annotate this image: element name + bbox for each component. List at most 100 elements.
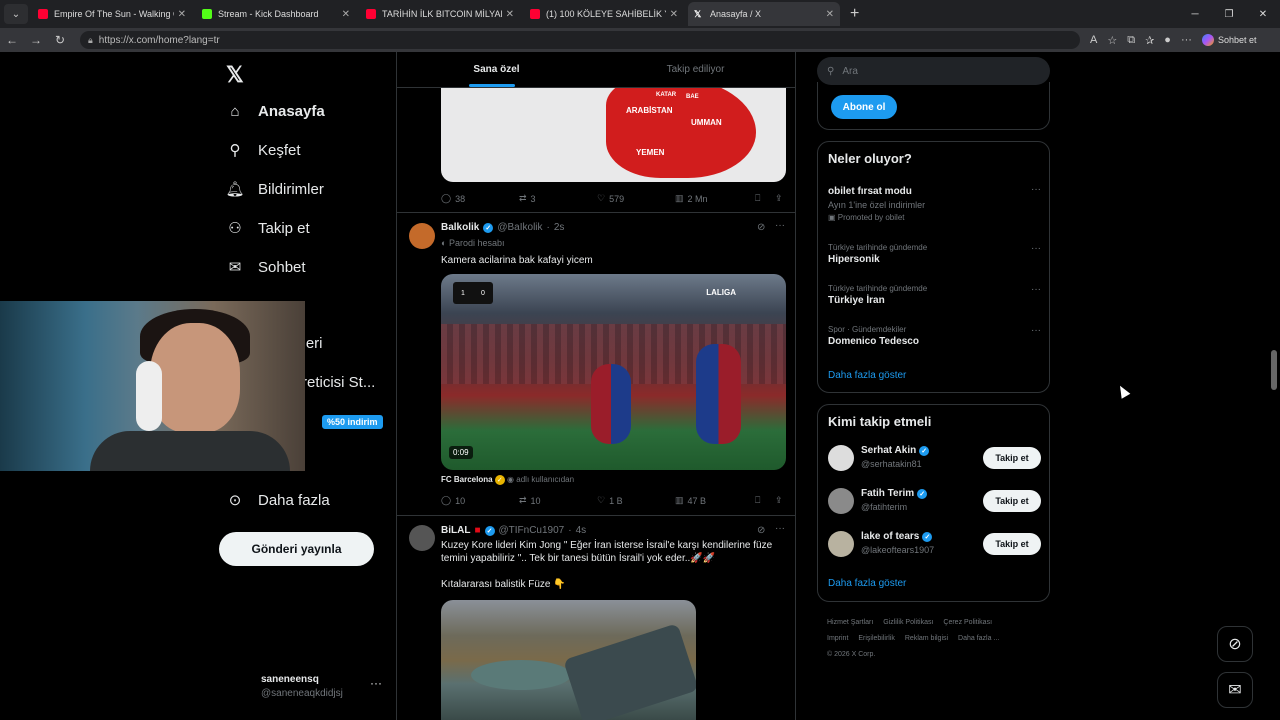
profile-icon[interactable]: ●	[1164, 34, 1171, 46]
trend-item[interactable]: Türkiye tarihinde gündemde Türkiye İran …	[828, 284, 1043, 306]
tab-for-you[interactable]: Sana özel	[397, 52, 596, 87]
footer-link[interactable]: Çerez Politikası	[943, 619, 992, 626]
search-input[interactable]: ⚲ Ara	[817, 57, 1050, 85]
follow-button[interactable]: Takip et	[983, 490, 1041, 512]
share-icon[interactable]: ⇪	[775, 193, 783, 204]
browser-tab-4[interactable]: (1) 100 KÖLEYE SAHİBELİK YAPTIM...✕	[524, 2, 684, 26]
browser-tab-3[interactable]: TARİHİN İLK BITCOIN MİLYARDERİ...✕	[360, 2, 520, 26]
video-player[interactable]: 10 LALIGA 0:09	[441, 274, 786, 470]
close-tab-icon[interactable]: ✕	[342, 9, 350, 20]
account-name[interactable]: saneneensq	[261, 674, 319, 685]
nav-explore[interactable]: ⚲ Keşfet	[226, 141, 301, 160]
footer-link[interactable]: Imprint	[827, 635, 848, 642]
trend-more-icon[interactable]: ···	[1031, 284, 1041, 295]
copilot-button[interactable]: Sohbet et	[1201, 34, 1256, 46]
restore-icon[interactable]: ❐	[1212, 0, 1246, 28]
views-button[interactable]: ▥ 47 B	[675, 495, 755, 506]
follow-suggestion[interactable]: Serhat Akin ✓ @serhatakin81 Takip et	[828, 443, 1043, 473]
search-icon: ⚲	[229, 142, 241, 159]
nav-home[interactable]: ⌂ Anasayfa	[226, 102, 324, 120]
account-more-icon[interactable]: ···	[370, 676, 382, 690]
video-source[interactable]: FC Barcelona ✓ ◉ adlı kullanıcıdan	[441, 475, 574, 485]
browser-toolbar: A ☆ ⧉ ✰ ● ···	[1090, 34, 1192, 47]
post-button[interactable]: Gönderi yayınla	[219, 532, 374, 566]
trend-more-icon[interactable]: ···	[1031, 184, 1041, 195]
account-handle[interactable]: @saneneaqkdidjsj	[261, 688, 343, 699]
trend-item[interactable]: Spor · Gündemdekiler Domenico Tedesco ··…	[828, 325, 1043, 347]
extensions-icon[interactable]: ⧉	[1127, 34, 1135, 47]
footer-link[interactable]: Daha fazla ...	[958, 635, 999, 642]
tab-following[interactable]: Takip ediliyor	[596, 52, 795, 87]
footer-link[interactable]: Gizlilik Politikası	[883, 619, 933, 626]
close-tab-icon[interactable]: ✕	[506, 9, 514, 20]
menu-dots-icon[interactable]: ···	[1181, 34, 1192, 46]
grok-icon[interactable]: ⊘	[757, 525, 765, 536]
minimize-icon[interactable]: ─	[1178, 0, 1212, 28]
bookmark-icon[interactable]: ⎕	[755, 193, 775, 204]
trend-item[interactable]: obilet fırsat modu Ayın 1'ine özel indir…	[828, 184, 1043, 222]
nav-chat[interactable]: ✉ Sohbet	[226, 258, 306, 277]
tweet-text: Kuzey Kore lideri Kim Jong " Eğer İran i…	[441, 540, 773, 590]
follow-button[interactable]: Takip et	[983, 533, 1041, 555]
close-window-icon[interactable]: ✕	[1246, 0, 1280, 28]
browser-tab-2[interactable]: Stream - Kick Dashboard ✕	[196, 2, 356, 26]
tweet-author[interactable]: Balkolik ✓ @BaIkolik · 2s	[441, 222, 564, 233]
missile-launcher	[563, 623, 696, 720]
favorites-icon[interactable]: ✰	[1145, 34, 1154, 47]
footer-link[interactable]: Hizmet Şartları	[827, 619, 873, 626]
bookmark-icon[interactable]: ⎕	[755, 495, 775, 506]
tweet-image[interactable]	[441, 600, 696, 720]
nav-creator-studio[interactable]: reticisi St...	[302, 374, 375, 391]
avatar[interactable]	[409, 223, 435, 249]
url-field[interactable]: 🔒︎ https://x.com/home?lang=tr	[80, 31, 1080, 49]
grok-icon[interactable]: ⊘	[757, 222, 765, 233]
trend-more-icon[interactable]: ···	[1031, 243, 1041, 254]
nav-notifications[interactable]: 🔔︎ Bildirimler	[225, 180, 323, 199]
subscribe-button[interactable]: Abone ol	[831, 95, 897, 119]
close-tab-icon[interactable]: ✕	[178, 9, 186, 20]
follow-suggestion[interactable]: Fatih Terim ✓ @fatihterim Takip et	[828, 486, 1043, 516]
x-logo-icon[interactable]: 𝕏	[226, 62, 244, 88]
forward-icon[interactable]: →	[24, 33, 48, 47]
follow-suggestion[interactable]: lake of tears ✓ @lakeoftears1907 Takip et	[828, 529, 1043, 559]
tweet-author[interactable]: BiLAL ■ ✓ @TIFnCu1907 · 4s	[441, 525, 586, 536]
pond	[471, 660, 571, 690]
repost-button[interactable]: ⇄ 3	[519, 193, 597, 204]
webcam-person	[150, 323, 240, 433]
tab-actions-icon[interactable]: ⌄	[4, 4, 28, 24]
views-button[interactable]: ▥ 2 Mn	[675, 193, 755, 204]
nav-more[interactable]: ⊙ Daha fazla	[226, 491, 330, 510]
reply-button[interactable]: ◯ 10	[441, 495, 519, 506]
tweet-more-icon[interactable]: ···	[775, 523, 785, 534]
trend-more-icon[interactable]: ···	[1031, 325, 1041, 336]
scrollbar[interactable]	[1271, 350, 1277, 390]
messages-icon[interactable]: ✉	[1217, 672, 1253, 708]
back-icon[interactable]: ←	[0, 33, 24, 47]
browser-tab-1[interactable]: Empire Of The Sun - Walking On A✕	[32, 2, 192, 26]
like-button[interactable]: ♡ 579	[597, 193, 675, 204]
footer-link[interactable]: Reklam bilgisi	[905, 635, 948, 642]
avatar	[828, 445, 854, 471]
trends-show-more[interactable]: Daha fazla göster	[828, 370, 906, 381]
who-show-more[interactable]: Daha fazla göster	[828, 578, 906, 589]
trend-item[interactable]: Türkiye tarihinde gündemde Hipersonik ··…	[828, 243, 1043, 265]
tweet-more-icon[interactable]: ···	[775, 220, 785, 231]
new-tab-icon[interactable]: +	[850, 5, 859, 23]
follow-button[interactable]: Takip et	[983, 447, 1041, 469]
reload-icon[interactable]: ↻	[48, 33, 72, 47]
nav-follow[interactable]: ⚇ Takip et	[226, 219, 309, 238]
footer-link[interactable]: Erişilebilirlik	[858, 635, 895, 642]
browser-tab-5[interactable]: 𝕏 Anasayfa / X ✕	[688, 2, 840, 26]
avatar[interactable]	[409, 525, 435, 551]
grok-icon[interactable]: ⊘	[1217, 626, 1253, 662]
close-tab-icon[interactable]: ✕	[826, 9, 834, 20]
close-tab-icon[interactable]: ✕	[670, 9, 678, 20]
mouse-cursor-icon	[1115, 383, 1131, 399]
favorite-star-icon[interactable]: ☆	[1107, 34, 1117, 47]
map-image[interactable]: ARABİSTAN YEMEN UMMAN KATAR BAE	[441, 88, 786, 182]
read-aloud-icon[interactable]: A	[1090, 34, 1097, 46]
repost-button[interactable]: ⇄ 10	[519, 495, 597, 506]
share-icon[interactable]: ⇪	[775, 495, 783, 506]
reply-button[interactable]: ◯ 38	[441, 193, 519, 204]
like-button[interactable]: ♡ 1 B	[597, 495, 675, 506]
